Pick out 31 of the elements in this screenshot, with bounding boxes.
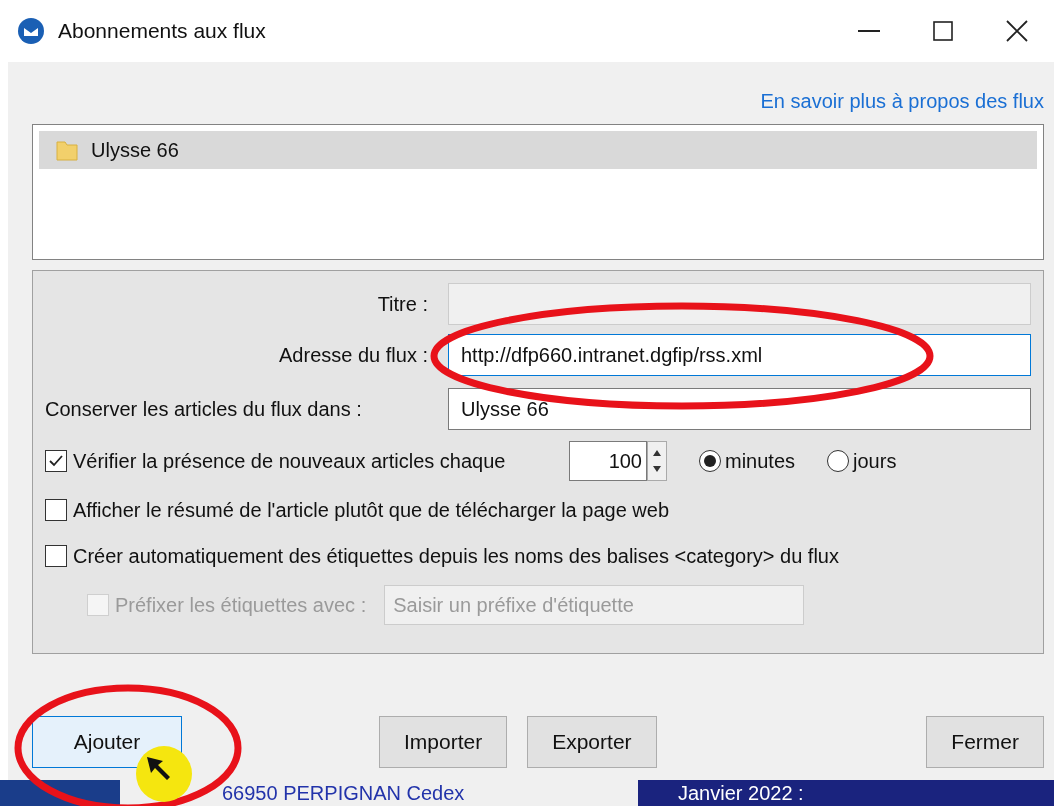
interval-field[interactable]: 100 (569, 441, 647, 481)
radio-button[interactable] (827, 450, 850, 472)
radio-label: jours (853, 449, 897, 474)
field-label: Adresse du flux : (278, 343, 428, 368)
background-text: 66950 PERPIGNAN Cedex (222, 781, 466, 806)
checkbox-label: Préfixer les étiquettes avec : (115, 593, 367, 618)
minimize-icon (858, 30, 880, 32)
radio-button[interactable] (699, 450, 721, 472)
window-title: Abonnements aux flux (58, 18, 266, 45)
dialog-button[interactable]: Fermer (926, 716, 1044, 768)
maximize-icon (933, 21, 953, 41)
checkbox-label: Vérifier la présence de nouveaux articles chaque (73, 449, 507, 474)
field-label: Conserver les articles du flux dans : (45, 397, 363, 422)
close-icon (1006, 20, 1028, 42)
feed-address-field[interactable]: http://dfp660.intranet.dgfip/rss.xml (448, 334, 1031, 376)
checkbox-label: Créer automatiquement des étiquettes depuis les noms des balises <category> du flux (73, 544, 839, 569)
spinner-arrows-icon[interactable] (647, 441, 667, 481)
checkbox-label: Afficher le résumé de l'article plutôt que de télécharger la page web (73, 498, 670, 523)
dialog-button[interactable]: Importer (379, 716, 508, 768)
radio-label: minutes (725, 449, 796, 474)
field-label: Titre : (376, 292, 428, 317)
help-link[interactable]: En savoir plus à propos des flux (760, 86, 1044, 116)
check-icon (48, 453, 64, 469)
app-icon (16, 16, 46, 46)
checkbox[interactable] (45, 499, 67, 521)
feed-item[interactable]: Ulysse 66 (39, 131, 1037, 169)
checkbox[interactable] (45, 545, 67, 567)
checkbox[interactable] (45, 450, 67, 472)
folder-icon (55, 138, 79, 162)
background-text: Janvier 2022 : (678, 781, 804, 806)
dialog-button[interactable]: Exporter (527, 716, 657, 768)
